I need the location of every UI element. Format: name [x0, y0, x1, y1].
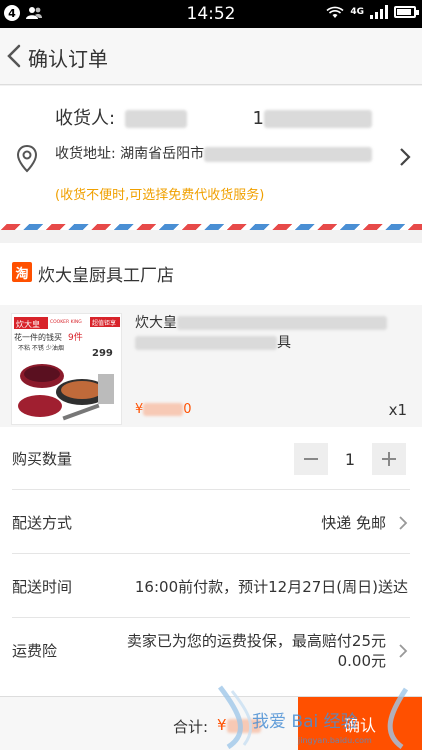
- status-right: 4G: [326, 5, 419, 19]
- submit-order-button[interactable]: 确认: [298, 697, 422, 750]
- chevron-right-icon: [399, 644, 408, 658]
- product-item[interactable]: 炊大皇 COOKER KING 超值钜享 花一件的钱买 9件 不粘 不锈 少油烟…: [0, 305, 422, 427]
- insurance-label: 运费险: [12, 642, 58, 660]
- product-thumbnail: 炊大皇 COOKER KING 超值钜享 花一件的钱买 9件 不粘 不锈 少油烟…: [11, 313, 122, 425]
- taobao-logo-icon: 淘: [12, 262, 32, 282]
- store-name: 炊大皇厨具工厂店: [38, 266, 174, 286]
- insurance-value: 卖家已为您的运费投保，最高赔付25元 0.00元: [127, 631, 386, 671]
- thumb-features: 不粘 不锈 少油烟: [18, 344, 64, 352]
- address-row: 收货地址: 湖南省岳阳市: [55, 143, 373, 163]
- airmail-border: [0, 224, 422, 230]
- chevron-right-icon: [400, 148, 411, 166]
- decrease-button[interactable]: [294, 443, 328, 475]
- receiver-phone: 1: [252, 108, 264, 129]
- total-value: ¥: [217, 716, 261, 734]
- receiver-name-redacted: [124, 110, 187, 128]
- checkout-footer: 合计: ¥ 确认: [0, 696, 422, 750]
- thumb-count: 9件: [68, 331, 83, 343]
- thumb-price: 299: [92, 348, 113, 359]
- quantity-label: 购买数量: [12, 450, 73, 468]
- quantity-value[interactable]: 1: [328, 450, 372, 469]
- insurance-amount: 0.00元: [337, 652, 386, 670]
- wifi-icon: [326, 6, 344, 18]
- address-detail-redacted: [204, 146, 373, 162]
- minus-icon: [304, 458, 318, 460]
- order-options: 购买数量 1 配送方式 快递 免邮 配送时间 16:00前付款，预计12月27日…: [0, 427, 422, 696]
- shipping-address-card[interactable]: 收货人: 1 收货地址: 湖南省岳阳市 (收货不便时,可选择免费代收货服务): [0, 86, 422, 225]
- product-name-redacted-1: [177, 316, 387, 330]
- receiver-phone-redacted: [264, 110, 372, 128]
- thumb-brand-en: COOKER KING: [50, 319, 82, 325]
- product-name-start: 炊大皇: [135, 315, 177, 331]
- shipping-insurance-row[interactable]: 运费险 卖家已为您的运费投保，最高赔付25元 0.00元: [12, 619, 410, 682]
- price-prefix: ¥: [135, 402, 144, 417]
- store-header: 淘 炊大皇厨具工厂店: [0, 243, 422, 305]
- product-price: ¥0: [135, 402, 192, 417]
- signal-icon: [370, 5, 388, 19]
- price-suffix: 0: [183, 402, 192, 417]
- total-label: 合计:: [173, 718, 209, 736]
- product-name-end: 具: [277, 335, 291, 351]
- receiver-label: 收货人:: [55, 108, 116, 129]
- chevron-right-icon: [399, 516, 408, 530]
- receiver-row: 收货人: 1: [55, 104, 372, 130]
- network-type-label: 4G: [350, 7, 364, 17]
- insurance-description: 卖家已为您的运费投保，最高赔付25元: [126, 632, 386, 650]
- back-arrow-icon[interactable]: [4, 42, 26, 70]
- product-quantity: x1: [388, 401, 407, 419]
- delivery-method-row[interactable]: 配送方式 快递 免邮: [12, 491, 410, 554]
- page-header: 确认订单: [0, 28, 422, 85]
- delivery-label: 配送方式: [12, 514, 73, 532]
- thumb-slogan: 花一件的钱买: [14, 332, 62, 342]
- increase-button[interactable]: [372, 443, 406, 475]
- product-image: 炊大皇 COOKER KING 超值钜享 花一件的钱买 9件 不粘 不锈 少油烟…: [12, 314, 121, 424]
- delivery-time-row: 配送时间 16:00前付款，预计12月27日(周日)送达: [12, 555, 410, 618]
- location-pin-icon: [16, 144, 38, 173]
- page-title: 确认订单: [28, 47, 108, 71]
- pickup-service-hint: (收货不便时,可选择免费代收货服务): [55, 188, 265, 203]
- product-name-redacted-2: [135, 336, 277, 350]
- thumb-tag: 超值钜享: [92, 319, 116, 327]
- delivery-value: 快递 免邮: [321, 514, 386, 532]
- battery-icon: [394, 6, 419, 18]
- address-text: 湖南省岳阳市: [120, 146, 205, 162]
- quantity-stepper: 1: [294, 443, 406, 475]
- status-bar: 4 14:52 4G: [0, 0, 422, 28]
- thumb-brand: 炊大皇: [16, 319, 40, 329]
- delivery-time-value: 16:00前付款，预计12月27日(周日)送达: [134, 578, 408, 596]
- product-name: 炊大皇 具: [135, 313, 407, 353]
- quantity-row: 购买数量 1: [12, 427, 410, 490]
- price-redacted: [143, 403, 184, 416]
- total-amount-redacted: [226, 718, 261, 733]
- total-currency: ¥: [217, 716, 227, 734]
- plus-icon: [382, 452, 396, 466]
- address-label: 收货地址:: [55, 146, 116, 162]
- delivery-time-label: 配送时间: [12, 578, 73, 596]
